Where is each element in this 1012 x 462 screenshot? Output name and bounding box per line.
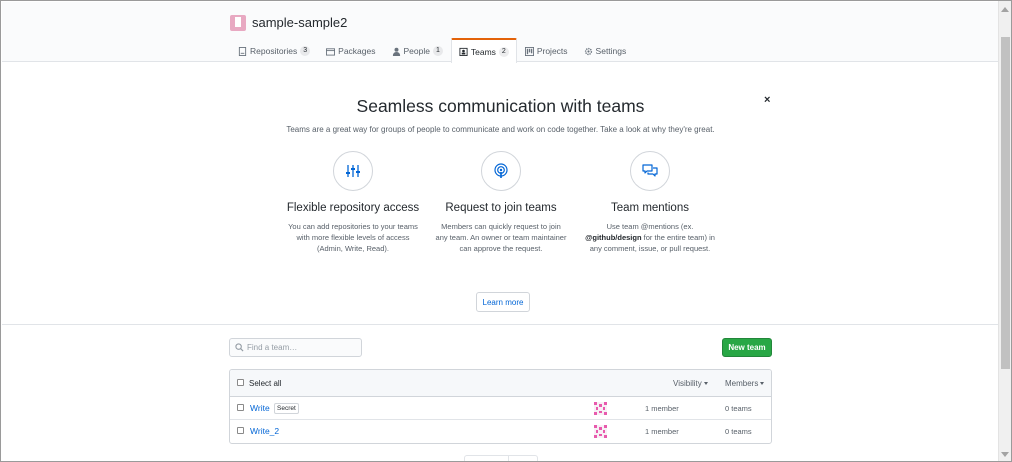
feature-description: You can add repositories to your teams w… <box>288 222 418 253</box>
child-teams-count[interactable]: 0 teams <box>725 404 752 413</box>
person-icon <box>392 47 400 56</box>
feature-icon-circle <box>481 151 521 191</box>
repo-icon <box>238 46 247 56</box>
team-name-link[interactable]: Write <box>250 403 270 413</box>
scroll-thumb[interactable] <box>1001 37 1010 369</box>
row-checkbox[interactable] <box>237 404 244 411</box>
avatar[interactable] <box>594 402 607 415</box>
project-icon <box>524 46 534 56</box>
tab-label: Packages <box>338 46 376 56</box>
tab-packages[interactable]: Packages <box>318 38 383 63</box>
members-filter[interactable]: Members <box>725 379 765 388</box>
tab-people[interactable]: People 1 <box>384 38 451 63</box>
browser-viewport: sample-sample2 Repositories 3 Packages P… <box>0 0 1012 462</box>
tab-settings[interactable]: Settings <box>576 38 635 63</box>
scroll-down-icon[interactable] <box>1001 452 1009 457</box>
feature-description: Members can quickly request to join any … <box>435 222 567 253</box>
member-count[interactable]: 1 member <box>645 404 679 413</box>
tab-repositories[interactable]: Repositories 3 <box>230 38 318 63</box>
team-list-header: Select all Visibility Members <box>230 370 771 397</box>
table-row: Write Secret 1 member 0 teams <box>230 397 771 420</box>
desc-prefix: Use team @mentions (ex. <box>606 222 694 231</box>
chevron-down-icon <box>703 382 708 386</box>
org-avatar[interactable] <box>230 15 246 31</box>
scroll-up-icon[interactable] <box>1001 7 1009 12</box>
row-checkbox[interactable] <box>237 427 244 434</box>
search-input[interactable] <box>247 343 357 352</box>
select-all-checkbox[interactable] <box>237 379 244 386</box>
tab-counter: 1 <box>432 46 443 56</box>
sliders-icon <box>346 165 360 177</box>
feature-icon-circle <box>630 151 670 191</box>
table-row: Write_2 1 member 0 teams <box>230 420 771 443</box>
feature-title: Request to join teams <box>445 202 557 214</box>
promo-lead: Teams are a great way for groups of peop… <box>286 125 715 134</box>
feature-title: Team mentions <box>611 202 689 214</box>
avatar[interactable] <box>594 425 607 438</box>
org-tabs: Repositories 3 Packages People 1 Teams 2… <box>230 38 634 63</box>
chevron-down-icon <box>760 382 765 386</box>
tab-projects[interactable]: Projects <box>517 38 576 63</box>
org-name[interactable]: sample-sample2 <box>252 15 347 30</box>
new-team-button[interactable]: New team <box>722 338 772 357</box>
broadcast-icon <box>494 163 508 178</box>
teams-onboarding-promo: × Seamless communication with teams Team… <box>2 63 999 325</box>
tab-label: Projects <box>536 46 568 56</box>
desc-mention: @github/design <box>585 233 642 242</box>
comment-discussion-icon <box>642 164 658 177</box>
tab-teams[interactable]: Teams 2 <box>450 38 517 63</box>
members-label: Members <box>725 379 759 388</box>
tab-label: Settings <box>595 46 627 56</box>
vertical-scrollbar[interactable] <box>998 1 1011 461</box>
team-search[interactable] <box>229 338 362 357</box>
member-count[interactable]: 1 member <box>645 427 679 436</box>
gear-icon <box>584 47 592 55</box>
feature-request-to-join: Request to join teams Members can quickl… <box>431 151 571 254</box>
feature-title: Flexible repository access <box>286 202 420 214</box>
feature-flexible-access: Flexible repository access You can add r… <box>283 151 423 254</box>
visibility-label: Visibility <box>673 379 702 388</box>
feature-description: Use team @mentions (ex. @github/design f… <box>580 221 720 254</box>
secret-badge: Secret <box>274 403 299 414</box>
visibility-filter[interactable]: Visibility <box>673 379 708 388</box>
child-teams-count[interactable]: 0 teams <box>725 427 752 436</box>
tab-counter: 3 <box>300 46 311 56</box>
learn-more-button[interactable]: Learn more <box>476 292 530 312</box>
team-name-link[interactable]: Write_2 <box>250 426 279 436</box>
tab-counter: 2 <box>498 46 509 57</box>
org-header: sample-sample2 Repositories 3 Packages P… <box>2 2 999 63</box>
pagination <box>464 455 538 461</box>
select-all-label[interactable]: Select all <box>249 379 281 388</box>
package-icon <box>326 47 336 56</box>
team-icon <box>459 47 468 56</box>
tab-label: Teams <box>470 46 496 57</box>
tab-label: Repositories <box>250 46 298 56</box>
feature-team-mentions: Team mentions Use team @mentions (ex. @g… <box>580 151 720 254</box>
pagination-divider <box>508 456 509 461</box>
team-list: Select all Visibility Members Write Secr… <box>229 369 772 444</box>
feature-icon-circle <box>333 151 373 191</box>
promo-title: Seamless communication with teams <box>356 96 645 116</box>
tab-label: People <box>403 46 430 56</box>
search-icon <box>235 343 244 352</box>
